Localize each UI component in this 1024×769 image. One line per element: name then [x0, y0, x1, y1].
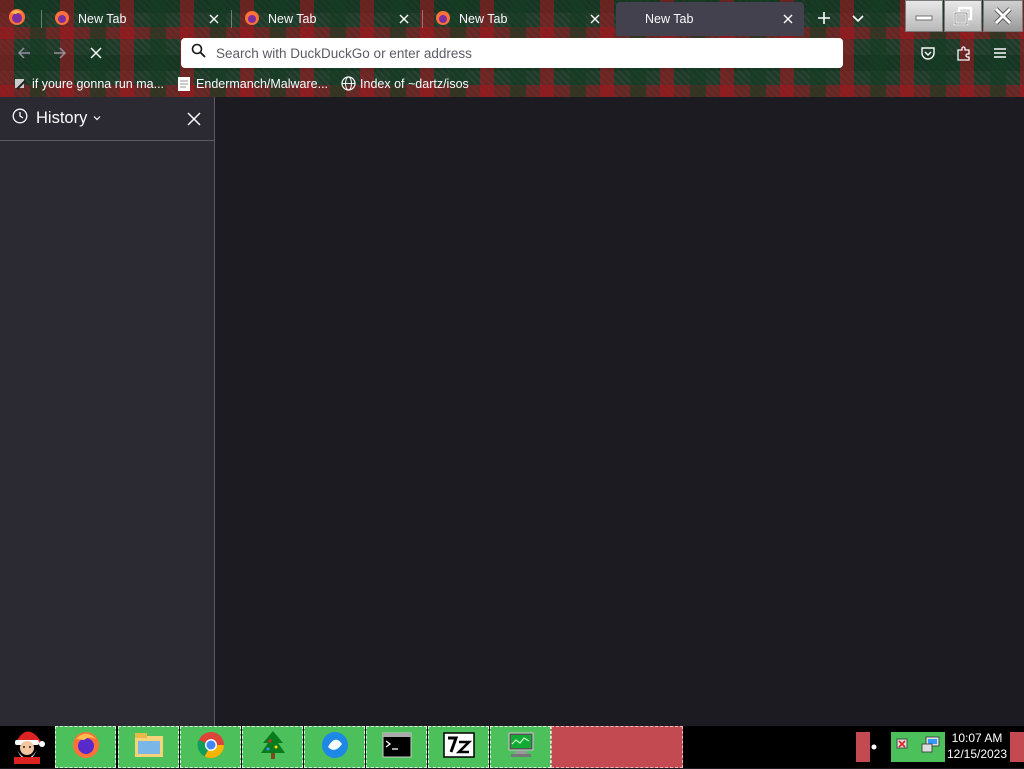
system-tray [891, 732, 945, 762]
tab-label: New Tab [459, 12, 508, 26]
taskbar-app-file-explorer[interactable] [118, 726, 179, 768]
bookmark-label: Index of ~dartz/isos [360, 76, 469, 91]
chrome-icon [196, 730, 226, 765]
hamburger-menu-icon[interactable] [990, 43, 1010, 63]
tab-strip: New Tab New Tab New Tab New Tab [0, 0, 1024, 36]
7zip-icon [442, 731, 475, 763]
firefox-icon [71, 730, 101, 765]
clock-icon [12, 108, 28, 129]
close-tab-icon[interactable] [206, 11, 222, 27]
bookmark-item-2[interactable]: Endermanch/Malware... [176, 76, 328, 92]
tool-icon [12, 76, 28, 92]
page-icon [176, 76, 192, 92]
globe-icon [340, 76, 356, 92]
clock-time: 10:07 AM [951, 731, 1003, 745]
tab-3[interactable]: New Tab [422, 2, 611, 36]
new-tab-icon[interactable] [814, 8, 834, 28]
taskbar-app-system-monitor[interactable] [490, 726, 551, 768]
christmas-tree-icon [258, 729, 288, 766]
pocket-icon[interactable] [918, 43, 938, 63]
file-explorer-icon [133, 731, 165, 764]
taskbar-app-christmas-tree[interactable] [242, 726, 303, 768]
network-disconnected-icon[interactable] [894, 735, 914, 760]
address-bar[interactable] [181, 38, 843, 68]
taskbar-app-7zip[interactable] [428, 726, 489, 768]
page-content-area[interactable] [216, 97, 1024, 726]
extensions-puzzle-icon[interactable] [954, 43, 974, 63]
history-sidebar: History [0, 97, 215, 726]
bookmark-label: Endermanch/Malware... [196, 76, 329, 91]
tray-indicator [856, 732, 870, 762]
minimize-window-button[interactable] [905, 0, 943, 32]
close-tab-icon[interactable] [396, 11, 412, 27]
close-tab-icon[interactable] [780, 11, 796, 27]
list-all-tabs-icon[interactable] [848, 8, 868, 28]
messenger-icon [320, 730, 350, 765]
forward-arrow-icon[interactable] [50, 43, 70, 63]
search-icon [191, 43, 206, 63]
santa-start-icon [8, 726, 46, 769]
taskbar-app-messenger[interactable] [304, 726, 365, 768]
show-desktop-button[interactable] [1010, 732, 1024, 762]
tab-2[interactable]: New Tab [231, 2, 420, 36]
terminal-icon [382, 732, 412, 763]
taskbar-empty-slot[interactable] [551, 726, 683, 768]
clock-date: 12/15/2023 [946, 747, 1008, 761]
back-arrow-icon[interactable] [14, 43, 34, 63]
tab-separator [422, 10, 423, 28]
tab-label: New Tab [645, 12, 694, 26]
taskbar-app-firefox[interactable] [55, 726, 116, 768]
tab-label: New Tab [78, 12, 127, 26]
tab-label: New Tab [268, 12, 317, 26]
close-tab-icon[interactable] [587, 11, 603, 27]
bookmark-label: if youre gonna run ma... [32, 76, 165, 91]
firefox-icon [54, 10, 70, 29]
chevron-down-icon[interactable] [92, 110, 102, 128]
close-window-button[interactable] [983, 0, 1023, 32]
firefox-icon [244, 10, 260, 29]
sidebar-header: History [0, 97, 214, 141]
tab-separator [231, 10, 232, 28]
tab-1[interactable]: New Tab [41, 2, 230, 36]
firefox-menu-icon[interactable] [6, 6, 28, 28]
network-computer-icon[interactable] [920, 735, 942, 760]
taskbar-app-terminal[interactable] [366, 726, 427, 768]
system-monitor-icon [505, 731, 537, 764]
bookmarks-toolbar: if youre gonna run ma... Endermanch/Malw… [0, 70, 1024, 97]
close-sidebar-icon[interactable] [184, 109, 204, 129]
firefox-icon [435, 10, 451, 29]
sidebar-title[interactable]: History [36, 109, 87, 128]
stop-loading-icon[interactable] [86, 43, 106, 63]
address-input[interactable] [216, 45, 843, 61]
start-button[interactable] [4, 727, 50, 767]
taskbar-app-chrome[interactable] [180, 726, 241, 768]
taskbar-clock[interactable]: 10:07 AM 12/15/2023 [946, 730, 1008, 762]
tray-dot-icon [871, 744, 877, 750]
tab-4-active[interactable]: New Tab [616, 2, 804, 36]
bookmark-item-1[interactable]: if youre gonna run ma... [12, 76, 164, 92]
restore-window-button[interactable] [944, 0, 982, 32]
bookmark-item-3[interactable]: Index of ~dartz/isos [340, 76, 469, 92]
tab-separator [41, 10, 42, 28]
